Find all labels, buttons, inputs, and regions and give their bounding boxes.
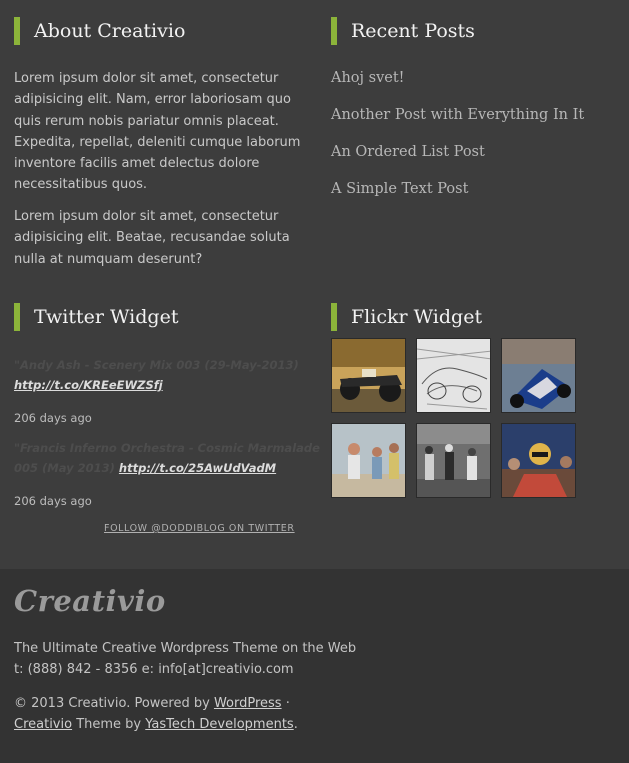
tweet-text: "Andy Ash - Scenery Mix 003 (29-May-2013…	[14, 358, 299, 372]
recent-posts-title: Recent Posts	[331, 17, 475, 45]
flickr-photo-race-car[interactable]	[331, 338, 406, 413]
about-widget-title: About Creativio	[14, 17, 185, 45]
recent-post-link[interactable]: Ahoj svet!	[331, 70, 405, 86]
footer-tagline: The Ultimate Creative Wordpress Theme on…	[14, 641, 357, 656]
tweet-time: 206 days ago	[14, 411, 92, 425]
author-link[interactable]: YasTech Developments	[145, 717, 293, 732]
people-street-photo-image	[332, 424, 405, 497]
race-car-photo-image	[332, 339, 405, 412]
recent-post-link[interactable]: A Simple Text Post	[331, 181, 468, 197]
tweet-link-line: http://t.co/KREeEWZSfj	[14, 378, 163, 392]
tweet-text-continued: 005 (May 2013)	[14, 461, 115, 475]
about-paragraph-2: Lorem ipsum dolor sit amet, consectetur …	[14, 209, 290, 267]
flickr-photo-driver-celebration[interactable]	[501, 423, 576, 498]
theme-link[interactable]: Creativio	[14, 717, 72, 732]
twitter-widget-title: Twitter Widget	[14, 303, 178, 331]
flickr-widget-title: Flickr Widget	[331, 303, 482, 331]
flickr-photo-people-street[interactable]	[331, 423, 406, 498]
pit-crew-photo-image	[417, 424, 490, 497]
tweet-link[interactable]: http://t.co/25AwUdVadM	[119, 461, 276, 475]
footer-logo[interactable]: Creativio	[14, 584, 166, 618]
flickr-photo-pit-crew[interactable]	[416, 423, 491, 498]
copyright-separator: ·	[281, 696, 290, 711]
driver-celebration-photo-image	[502, 424, 575, 497]
about-paragraph-1: Lorem ipsum dolor sit amet, consectetur …	[14, 71, 301, 193]
f1-car-crowd-photo-image	[502, 339, 575, 412]
tweet-text-line-2: 005 (May 2013) http://t.co/25AwUdVadM	[14, 461, 276, 475]
sketch-car-photo-image	[417, 339, 490, 412]
recent-post-link[interactable]: Another Post with Everything In It	[331, 107, 584, 123]
tweet-time: 206 days ago	[14, 494, 92, 508]
copyright-text: © 2013 Creativio. Powered by	[14, 696, 214, 711]
credits-end: .	[293, 717, 298, 732]
wordpress-link[interactable]: WordPress	[214, 696, 282, 711]
footer-copyright: © 2013 Creativio. Powered by WordPress ·	[14, 696, 290, 711]
footer-contact: t: (888) 842 - 8356 e: info[at]creativio…	[14, 662, 294, 677]
flickr-photo-f1-car-crowd[interactable]	[501, 338, 576, 413]
follow-twitter-link[interactable]: FOLLOW @DODDIBLOG ON TWITTER	[104, 523, 295, 534]
recent-post-link[interactable]: An Ordered List Post	[331, 144, 485, 160]
footer-credits: Creativio Theme by YasTech Developments.	[14, 717, 298, 732]
flickr-photo-sketch-car[interactable]	[416, 338, 491, 413]
tweet-text: "Francis Inferno Orchestra - Cosmic Marm…	[14, 441, 320, 455]
tweet-link[interactable]: http://t.co/KREeEWZSfj	[14, 378, 163, 392]
credits-text: Theme by	[72, 717, 146, 732]
